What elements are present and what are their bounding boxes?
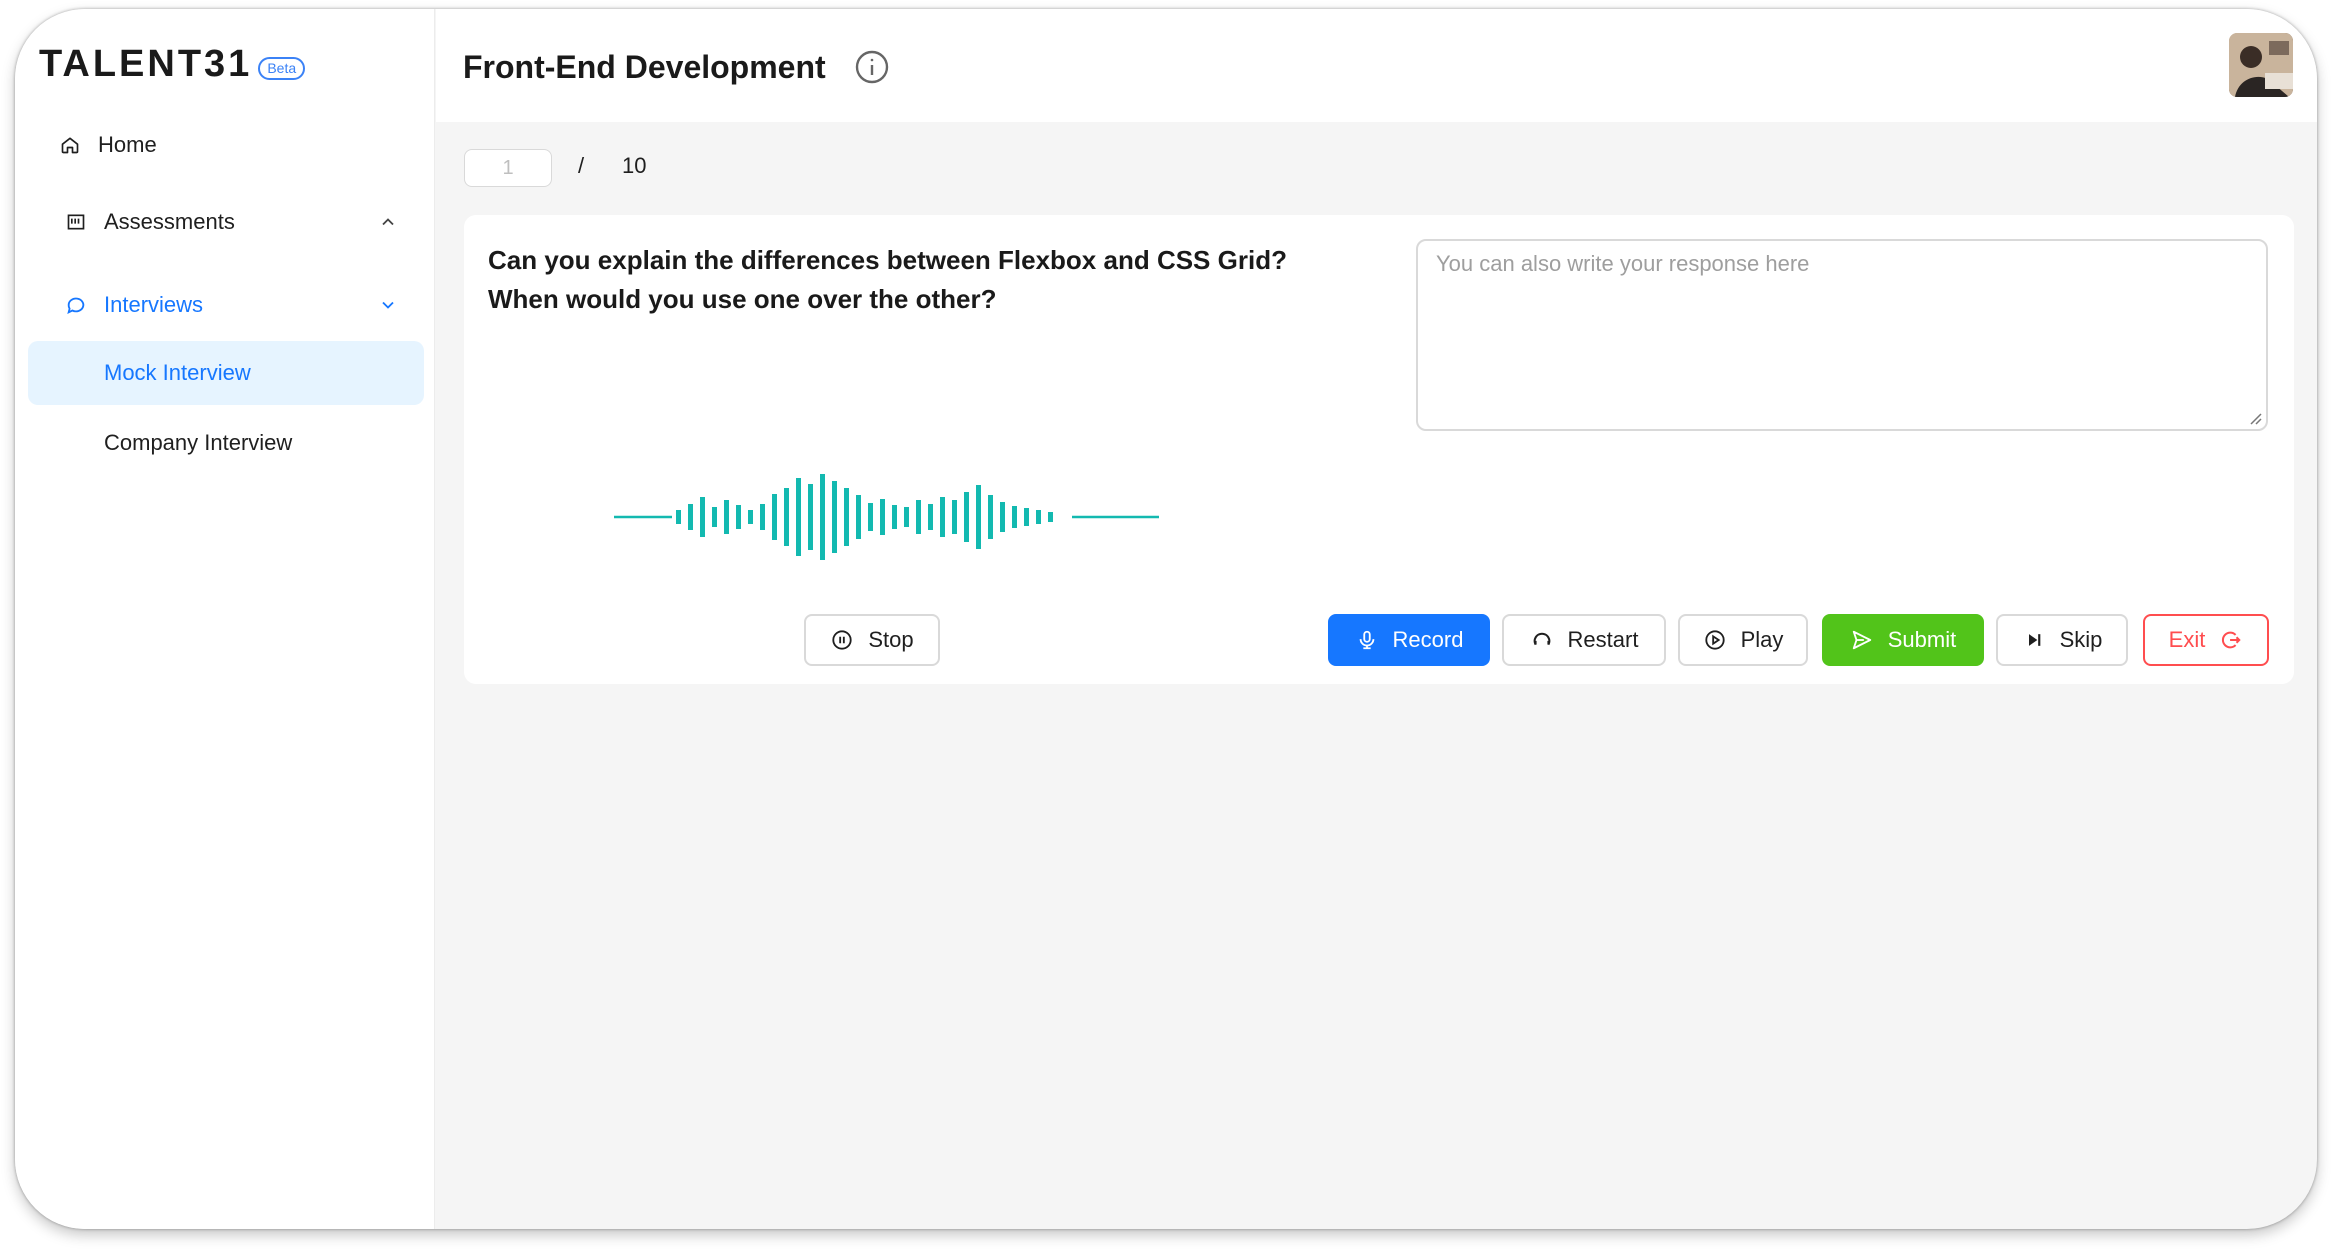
stop-label: Stop	[868, 627, 914, 652]
waveform-bar	[880, 499, 885, 535]
app-window: TALENT31 Beta Home Assessments Interview…	[15, 9, 2317, 1229]
sidebar-item-assessments[interactable]: Assessments	[28, 191, 424, 253]
resize-handle-icon[interactable]	[2248, 411, 2262, 425]
waveform-bar	[844, 488, 849, 546]
waveform-bar	[1000, 502, 1005, 532]
waveform-bar	[916, 500, 921, 534]
record-button[interactable]: Record	[1328, 614, 1490, 666]
waveform-bar	[1012, 506, 1017, 528]
waveform-bar	[1024, 508, 1029, 526]
sidebar-item-company-interview[interactable]: Company Interview	[28, 411, 424, 475]
restart-icon	[1530, 628, 1554, 652]
chat-icon	[64, 293, 88, 317]
waveform-bar	[892, 505, 897, 529]
waveform-bar	[832, 481, 837, 553]
skip-label: Skip	[2059, 627, 2103, 652]
pager-total: 10	[622, 153, 647, 178]
play-button[interactable]: Play	[1678, 614, 1808, 666]
waveform-bar	[856, 495, 861, 539]
waveform-bar	[724, 500, 729, 534]
send-icon	[1850, 628, 1874, 652]
response-placeholder: You can also write your response here	[1436, 251, 1810, 276]
home-icon	[58, 133, 82, 157]
beta-badge: Beta	[258, 57, 306, 80]
sidebar-item-label: Home	[98, 132, 157, 157]
skip-forward-icon	[2022, 628, 2046, 652]
waveform-bar	[1036, 510, 1041, 524]
exit-label: Exit	[2168, 627, 2206, 652]
waveform-bar	[760, 504, 765, 530]
waveform-bar	[676, 510, 681, 524]
microphone-icon	[1355, 628, 1379, 652]
assessment-icon	[64, 210, 88, 234]
submit-button[interactable]: Submit	[1822, 614, 1984, 666]
question-text: Can you explain the differences between …	[488, 245, 1287, 314]
sidebar-item-mock-interview[interactable]: Mock Interview	[28, 341, 424, 405]
waveform-bar	[808, 484, 813, 550]
record-label: Record	[1392, 627, 1464, 652]
question-card: Can you explain the differences between …	[464, 215, 2294, 684]
question-number-input[interactable]: 1	[464, 149, 552, 187]
avatar[interactable]	[2229, 33, 2293, 97]
response-textarea[interactable]: You can also write your response here	[1416, 239, 2268, 431]
sidebar-item-interviews[interactable]: Interviews	[28, 274, 424, 336]
waveform-bar	[784, 488, 789, 546]
restart-label: Restart	[1567, 627, 1639, 652]
waveform-bar	[868, 503, 873, 531]
page-title: Front-End Development	[463, 49, 826, 85]
waveform-bar	[988, 495, 993, 539]
waveform-bar	[940, 497, 945, 537]
audio-waveform	[614, 474, 1159, 560]
logo-text: TALENT31	[39, 43, 253, 85]
stop-button[interactable]: Stop	[804, 614, 940, 666]
waveform-bar	[976, 485, 981, 549]
restart-button[interactable]: Restart	[1502, 614, 1666, 666]
waveform-bar	[928, 504, 933, 530]
pager-separator: /	[578, 153, 585, 178]
waveform-bar	[964, 492, 969, 542]
chevron-up-icon[interactable]	[378, 212, 398, 232]
waveform-bar	[736, 505, 741, 529]
waveform-bar	[772, 494, 777, 540]
play-circle-icon	[1703, 628, 1727, 652]
waveform-bar	[796, 478, 801, 556]
logout-icon	[2219, 628, 2243, 652]
play-label: Play	[1740, 627, 1784, 652]
pause-circle-icon	[830, 628, 854, 652]
sidebar-item-label: Interviews	[104, 292, 204, 317]
waveform-bar	[700, 497, 705, 537]
chevron-down-icon[interactable]	[378, 295, 398, 315]
info-icon[interactable]	[854, 49, 890, 85]
exit-button[interactable]: Exit	[2143, 614, 2269, 666]
skip-button[interactable]: Skip	[1996, 614, 2128, 666]
sidebar: TALENT31 Beta Home Assessments Interview…	[15, 9, 435, 1229]
waveform-bar	[904, 507, 909, 527]
logo[interactable]: TALENT31 Beta	[39, 43, 306, 86]
header: Front-End Development	[436, 9, 2317, 122]
waveform-bar	[748, 510, 753, 524]
waveform-bar	[952, 500, 957, 534]
submit-label: Submit	[1887, 627, 1957, 652]
waveform-bar	[1048, 512, 1053, 522]
sidebar-item-label: Assessments	[104, 209, 235, 234]
waveform-bar	[712, 507, 717, 527]
waveform-bar	[820, 474, 825, 560]
waveform-bar	[688, 504, 693, 530]
sidebar-item-home[interactable]: Home	[28, 114, 424, 176]
